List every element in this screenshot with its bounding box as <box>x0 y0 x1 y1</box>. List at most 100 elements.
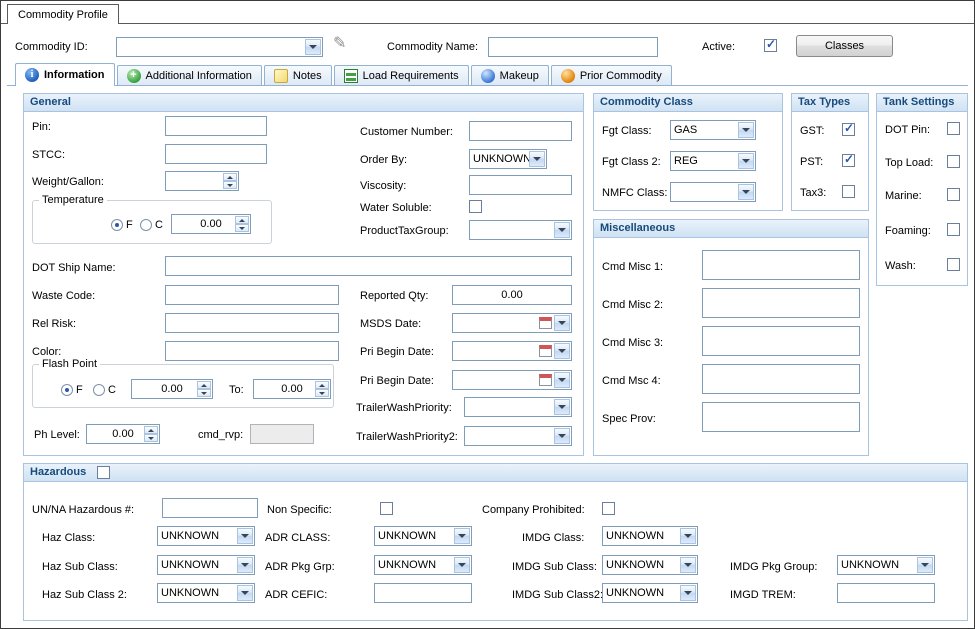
cmd-msc4-input[interactable] <box>702 364 860 394</box>
dot-ship-name-input[interactable] <box>165 256 572 276</box>
cmd-misc2-input[interactable] <box>702 288 860 318</box>
chevron-down-icon[interactable] <box>680 528 696 544</box>
spinner-up-icon[interactable] <box>235 216 249 224</box>
customer-number-input[interactable] <box>469 121 572 141</box>
flash-f-radio[interactable] <box>61 384 73 396</box>
spinner-up-icon[interactable] <box>315 381 329 389</box>
chevron-down-icon[interactable] <box>554 428 570 444</box>
spinner-down-icon[interactable] <box>315 389 329 397</box>
dot-pin-checkbox[interactable] <box>947 122 960 135</box>
tab-commodity-profile[interactable]: Commodity Profile <box>7 4 119 24</box>
chevron-down-icon[interactable] <box>454 528 470 544</box>
order-by-select[interactable]: UNKNOWN <box>469 149 547 169</box>
gst-checkbox[interactable] <box>842 123 855 136</box>
water-soluble-checkbox[interactable] <box>469 200 482 213</box>
chevron-down-icon[interactable] <box>554 343 570 359</box>
cmd-misc3-input[interactable] <box>702 326 860 356</box>
adr-cefic-input[interactable] <box>374 583 472 603</box>
spinner-down-icon[interactable] <box>235 224 249 232</box>
calendar-icon <box>539 317 552 329</box>
edit-pencil-icon[interactable]: ✎ <box>333 33 346 53</box>
chevron-down-icon[interactable] <box>738 153 754 169</box>
imdg-sub-class-select[interactable]: UNKNOWN <box>602 555 698 575</box>
imdg-class-select[interactable]: UNKNOWN <box>602 526 698 546</box>
nmfc-class-select[interactable] <box>670 182 756 202</box>
rel-risk-input[interactable] <box>165 313 339 333</box>
temperature-f-radio[interactable] <box>111 219 123 231</box>
temperature-value-spinner[interactable]: 0.00 <box>171 214 251 234</box>
hazardous-checkbox[interactable] <box>97 466 110 479</box>
flash-point-to-spinner[interactable]: 0.00 <box>253 379 331 399</box>
pri-begin-date-input[interactable] <box>452 341 572 361</box>
chevron-down-icon[interactable] <box>917 557 933 573</box>
tab-additional-information[interactable]: Additional Information <box>117 65 262 85</box>
adr-class-select[interactable]: UNKNOWN <box>374 526 472 546</box>
chevron-down-icon[interactable] <box>554 372 570 388</box>
stcc-input[interactable] <box>165 144 267 164</box>
chevron-down-icon[interactable] <box>237 528 253 544</box>
tab-information[interactable]: Information <box>15 63 115 86</box>
spinner-down-icon[interactable] <box>197 389 211 397</box>
commodity-id-combobox[interactable] <box>116 37 323 57</box>
chevron-down-icon[interactable] <box>237 557 253 573</box>
tab-prior-commodity[interactable]: Prior Commodity <box>551 65 672 85</box>
tab-notes[interactable]: Notes <box>264 65 332 85</box>
spinner-up-icon[interactable] <box>144 426 158 434</box>
chevron-down-icon[interactable] <box>738 184 754 200</box>
temperature-c-radio[interactable] <box>140 219 152 231</box>
reported-qty-input[interactable]: 0.00 <box>452 285 572 305</box>
fgt-class2-select[interactable]: REG <box>670 151 756 171</box>
fgt-class-select[interactable]: GAS <box>670 120 756 140</box>
msds-date-input[interactable] <box>452 313 572 333</box>
top-load-checkbox[interactable] <box>947 155 960 168</box>
spinner-up-icon[interactable] <box>197 381 211 389</box>
commodity-name-input[interactable] <box>488 37 658 57</box>
trailer-wash-priority-select[interactable] <box>464 397 572 417</box>
spec-prov-input[interactable] <box>702 402 860 432</box>
active-checkbox[interactable] <box>764 39 777 52</box>
ph-level-spinner[interactable]: 0.00 <box>86 424 160 444</box>
flash-c-radio[interactable] <box>93 384 105 396</box>
waste-code-input[interactable] <box>165 285 339 305</box>
un-na-hazardous-input[interactable] <box>162 498 258 518</box>
viscosity-input[interactable] <box>469 175 572 195</box>
tab-load-requirements[interactable]: Load Requirements <box>334 65 469 85</box>
product-tax-group-select[interactable] <box>469 220 572 240</box>
haz-sub-class-select[interactable]: UNKNOWN <box>157 555 255 575</box>
tax3-checkbox[interactable] <box>842 185 855 198</box>
haz-class-select[interactable]: UNKNOWN <box>157 526 255 546</box>
chevron-down-icon[interactable] <box>680 557 696 573</box>
flash-point-value-spinner[interactable]: 0.00 <box>131 379 213 399</box>
haz-sub-class2-select[interactable]: UNKNOWN <box>157 583 255 603</box>
chevron-down-icon[interactable] <box>554 315 570 331</box>
chevron-down-icon[interactable] <box>305 39 321 55</box>
pri-begin-date2-input[interactable] <box>452 370 572 390</box>
color-input[interactable] <box>165 341 339 361</box>
spinner-down-icon[interactable] <box>223 181 237 189</box>
chevron-down-icon[interactable] <box>554 399 570 415</box>
trailer-wash-priority2-select[interactable] <box>464 426 572 446</box>
adr-pkg-grp-select[interactable]: UNKNOWN <box>374 555 472 575</box>
imgd-trem-input[interactable] <box>837 583 935 603</box>
non-specific-checkbox[interactable] <box>380 502 393 515</box>
tab-makeup[interactable]: Makeup <box>471 65 549 85</box>
imdg-pkg-group-select[interactable]: UNKNOWN <box>837 555 935 575</box>
chevron-down-icon[interactable] <box>554 222 570 238</box>
imdg-sub-class2-select[interactable]: UNKNOWN <box>602 583 698 603</box>
wash-checkbox[interactable] <box>947 258 960 271</box>
spinner-down-icon[interactable] <box>144 434 158 442</box>
weight-gallon-spinner[interactable] <box>165 171 239 191</box>
company-prohibited-checkbox[interactable] <box>602 502 615 515</box>
spinner-up-icon[interactable] <box>223 173 237 181</box>
foaming-checkbox[interactable] <box>947 223 960 236</box>
chevron-down-icon[interactable] <box>680 585 696 601</box>
chevron-down-icon[interactable] <box>529 151 545 167</box>
chevron-down-icon[interactable] <box>738 122 754 138</box>
chevron-down-icon[interactable] <box>237 585 253 601</box>
pst-checkbox[interactable] <box>842 154 855 167</box>
pin-input[interactable] <box>165 116 267 136</box>
marine-checkbox[interactable] <box>947 188 960 201</box>
chevron-down-icon[interactable] <box>454 557 470 573</box>
cmd-misc1-input[interactable] <box>702 250 860 280</box>
classes-button[interactable]: Classes <box>796 35 893 57</box>
